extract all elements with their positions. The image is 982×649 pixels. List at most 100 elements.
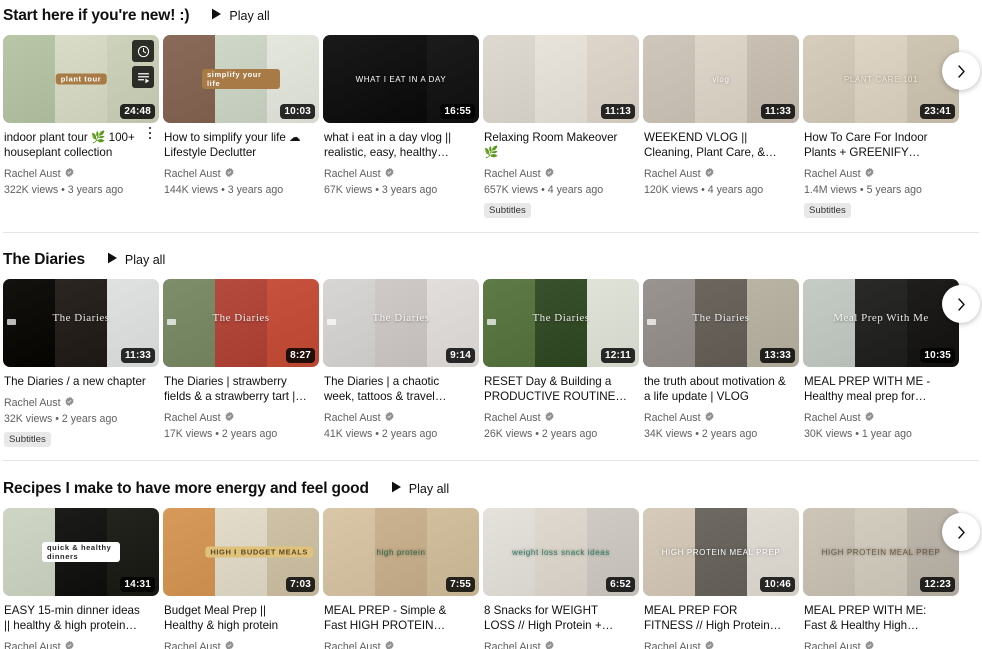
channel-name[interactable]: Rachel Aust (804, 411, 959, 426)
video-thumbnail[interactable]: weight loss snack ideas 6:52 (483, 508, 639, 596)
video-meta: How To Care For Indoor Plants + GREENIFY… (803, 123, 959, 218)
video-thumbnail[interactable]: 11:13 (483, 35, 639, 123)
video-card[interactable]: quick & healthy dinners 14:31 EASY 15-min … (3, 508, 163, 649)
verified-check-icon (545, 167, 554, 178)
thumbnail-watermark: Meal Prep With Me (833, 312, 929, 325)
video-thumbnail[interactable]: HIGH PROTEIN MEAL PREP 12:23 (803, 508, 959, 596)
video-duration: 10:46 (760, 577, 795, 592)
video-thumbnail[interactable]: quick & healthy dinners 14:31 (3, 508, 159, 596)
channel-name[interactable]: Rachel Aust (4, 396, 159, 411)
video-thumbnail[interactable]: HIGH PROTEIN MEAL PREP 10:46 (643, 508, 799, 596)
video-duration: 8:27 (286, 348, 315, 363)
video-title[interactable]: The Diaries | a chaotic week, tattoos & … (324, 374, 479, 404)
video-duration: 23:41 (920, 104, 955, 119)
video-card[interactable]: 11:13 Relaxing Room Makeover 🌿 Rachel Aust… (483, 35, 643, 218)
verified-check-icon (384, 411, 395, 426)
video-title[interactable]: Budget Meal Prep || Healthy & high prote… (164, 603, 319, 633)
video-thumbnail[interactable]: HIGH PROTEINBUDGET MEALS7:03 (163, 508, 319, 596)
video-meta: the truth about motivation & a life upda… (643, 367, 799, 441)
play-all-button[interactable]: Play all (391, 480, 449, 498)
video-card[interactable]: PLANT CARE 101 23:41 How To Care For Indoo… (803, 35, 963, 218)
video-thumbnail[interactable]: simplify your life 10:03 (163, 35, 319, 123)
more-vertical-icon[interactable] (143, 124, 157, 142)
channel-name[interactable]: Rachel Aust (164, 640, 319, 649)
video-title[interactable]: The Diaries | strawberry fields & a stra… (164, 374, 319, 404)
video-stats: 30K views • 1 year ago (804, 428, 912, 440)
play-all-button[interactable]: Play all (107, 251, 165, 269)
video-thumbnail[interactable]: PLANT CARE 101 23:41 (803, 35, 959, 123)
channel-name[interactable]: Rachel Aust (484, 167, 639, 182)
video-title[interactable]: 8 Snacks for WEIGHT LOSS // High Protein… (484, 603, 639, 633)
video-thumbnail[interactable]: The Diaries 8:27 (163, 279, 319, 367)
video-card[interactable]: HIGH PROTEIN MEAL PREP 12:23 MEAL PREP WIT… (803, 508, 963, 649)
video-title[interactable]: How To Care For Indoor Plants + GREENIFY… (804, 130, 959, 160)
video-thumbnail[interactable]: plant tour 24:48 (3, 35, 159, 123)
video-card[interactable]: simplify your life 10:03 How to simplify y… (163, 35, 323, 218)
channel-name[interactable]: Rachel Aust (324, 640, 479, 649)
video-thumbnail[interactable]: high protein 7:55 (323, 508, 479, 596)
channel-name[interactable]: Rachel Aust (484, 640, 639, 649)
video-stats: 17K views • 2 years ago (164, 428, 278, 440)
video-title[interactable]: EASY 15-min dinner ideas || healthy & hi… (4, 603, 159, 633)
channel-name[interactable]: Rachel Aust (324, 411, 479, 426)
clock-icon (137, 45, 149, 57)
channel-name[interactable]: Rachel Aust (644, 640, 799, 649)
video-thumbnail[interactable]: Meal Prep With Me 10:35 (803, 279, 959, 367)
video-thumbnail[interactable]: The Diaries 9:14 (323, 279, 479, 367)
video-thumbnail[interactable]: The Diaries 12:11 (483, 279, 639, 367)
video-title[interactable]: How to simplify your life ☁ Lifestyle De… (164, 130, 319, 160)
video-title[interactable]: MEAL PREP - Simple & Fast HIGH PROTEIN m… (324, 603, 479, 633)
channel-name[interactable]: Rachel Aust (484, 411, 639, 426)
play-all-button[interactable]: Play all (211, 7, 270, 25)
video-title[interactable]: MEAL PREP WITH ME: Fast & Healthy High P… (804, 603, 959, 633)
video-thumbnail[interactable]: vlog 11:33 (643, 35, 799, 123)
video-title[interactable]: MEAL PREP FOR FITNESS // High Protein EA… (644, 603, 799, 633)
watch-later-button[interactable] (132, 40, 154, 62)
video-title[interactable]: WEEKEND VLOG || Cleaning, Plant Care, & … (644, 130, 799, 160)
video-duration: 7:55 (446, 577, 475, 592)
add-to-queue-button[interactable] (132, 66, 154, 88)
verified-check-icon (544, 167, 555, 182)
video-title[interactable]: RESET Day & Building a PRODUCTIVE ROUTIN… (484, 374, 639, 404)
channel-name[interactable]: Rachel Aust (644, 411, 799, 426)
channel-name[interactable]: Rachel Aust (324, 167, 479, 182)
next-page-button[interactable] (942, 513, 980, 551)
channel-name[interactable]: Rachel Aust (644, 167, 799, 182)
play-all-label: Play all (229, 9, 270, 23)
video-card[interactable]: Meal Prep With Me 10:35 MEAL PREP WITH ME … (803, 279, 963, 447)
verified-check-icon (225, 167, 234, 178)
thumbnail-watermark: The Diaries (532, 312, 590, 325)
channel-name[interactable]: Rachel Aust (164, 167, 319, 182)
video-card[interactable]: The Diaries 11:33 The Diaries / a new chap… (3, 279, 163, 447)
video-card[interactable]: The Diaries 13:33 the truth about motivati… (643, 279, 803, 447)
video-card[interactable]: The Diaries 8:27 The Diaries | strawberry … (163, 279, 323, 447)
video-thumbnail[interactable]: The Diaries 11:33 (3, 279, 159, 367)
channel-name[interactable]: Rachel Aust (4, 167, 159, 182)
video-title[interactable]: the truth about motivation & a life upda… (644, 374, 799, 404)
video-meta: Budget Meal Prep || Healthy & high prote… (163, 596, 319, 649)
next-page-button[interactable] (942, 285, 980, 323)
next-page-button[interactable] (942, 52, 980, 90)
video-card[interactable]: HIGH PROTEIN MEAL PREP 10:46 MEAL PREP FOR… (643, 508, 803, 649)
video-title[interactable]: MEAL PREP WITH ME - Healthy meal prep fo… (804, 374, 959, 404)
video-thumbnail[interactable]: WHAT I EAT IN A DAY 16:55 (323, 35, 479, 123)
video-card[interactable]: weight loss snack ideas 6:52 8 Snacks for … (483, 508, 643, 649)
channel-name[interactable]: Rachel Aust (804, 640, 959, 649)
video-card[interactable]: The Diaries 12:11 RESET Day & Building a P… (483, 279, 643, 447)
video-card[interactable]: WHAT I EAT IN A DAY 16:55 what i eat in a … (323, 35, 483, 218)
video-card[interactable]: plant tour 24:48 indoor plant tour 🌿 100+ … (3, 35, 163, 218)
video-title[interactable]: indoor plant tour 🌿 100+ houseplant coll… (4, 130, 159, 160)
channel-name[interactable]: Rachel Aust (164, 411, 319, 426)
video-meta: what i eat in a day vlog || realistic, e… (323, 123, 479, 197)
channel-name[interactable]: Rachel Aust (804, 167, 959, 182)
video-title[interactable]: The Diaries / a new chapter (4, 374, 159, 389)
video-card[interactable]: vlog 11:33 WEEKEND VLOG || Cleaning, Plant… (643, 35, 803, 218)
video-title[interactable]: what i eat in a day vlog || realistic, e… (324, 130, 479, 160)
video-card[interactable]: The Diaries 9:14 The Diaries | a chaotic w… (323, 279, 483, 447)
video-thumbnail[interactable]: The Diaries 13:33 (643, 279, 799, 367)
video-title[interactable]: Relaxing Room Makeover 🌿 (484, 130, 639, 160)
shelf-title: Recipes I make to have more energy and f… (3, 480, 369, 497)
video-card[interactable]: HIGH PROTEINBUDGET MEALS7:03 Budget Meal … (163, 508, 323, 649)
video-card[interactable]: high protein 7:55 MEAL PREP - Simple & Fas… (323, 508, 483, 649)
channel-name[interactable]: Rachel Aust (4, 640, 159, 649)
